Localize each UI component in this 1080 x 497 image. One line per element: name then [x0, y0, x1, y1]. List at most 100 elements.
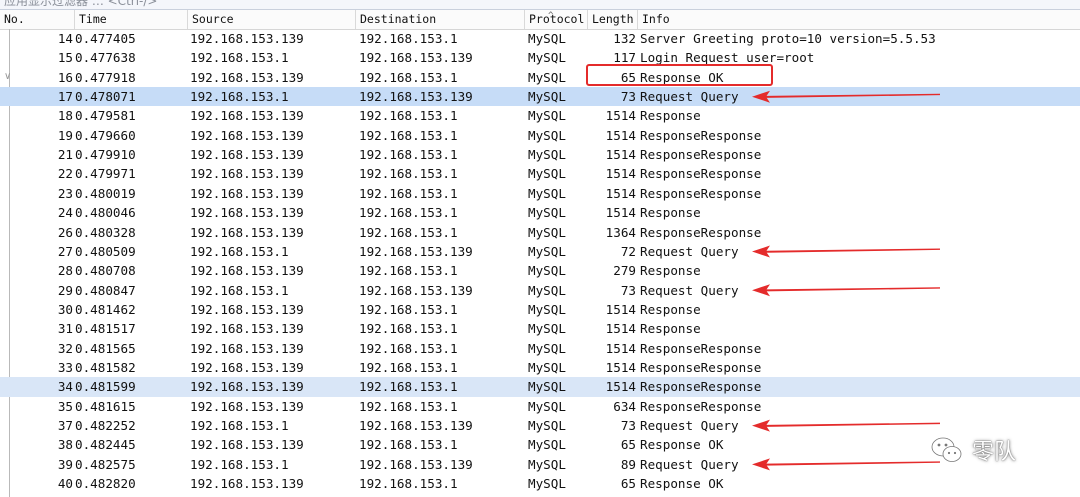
packet-protocol: MySQL: [528, 147, 566, 163]
packet-time: 0.481582: [75, 359, 136, 375]
display-filter-bar[interactable]: 应用显示过滤器 … <Ctrl-/>: [0, 0, 1080, 10]
packet-number: 23: [57, 185, 73, 201]
packet-number: 33: [57, 359, 73, 375]
packet-list-header: No. Time Source Destination Protocol Len…: [0, 10, 1080, 30]
packet-time: 0.481599: [75, 379, 136, 395]
column-header-info[interactable]: Info: [638, 10, 1080, 29]
packet-row[interactable]: 40 0.482820 192.168.153.139 192.168.153.1 My…: [0, 474, 1080, 493]
packet-number: 24: [57, 205, 73, 221]
packet-number: 22: [57, 166, 73, 182]
packet-source: 192.168.153.139: [190, 437, 304, 453]
packet-source: 192.168.153.1: [190, 50, 289, 66]
packet-row[interactable]: 35 0.481615 192.168.153.139 192.168.153.1 My…: [0, 397, 1080, 416]
packet-number: 29: [57, 282, 73, 298]
packet-length: 73: [620, 418, 636, 433]
packet-length: 634: [613, 398, 636, 414]
packet-row[interactable]: 21 0.479910 192.168.153.139 192.168.153.1 My…: [0, 145, 1080, 164]
column-header-no[interactable]: No.: [0, 10, 75, 29]
packet-time: 0.480046: [75, 205, 136, 221]
packet-row[interactable]: 18 0.479581 192.168.153.139 192.168.153.1 My…: [0, 106, 1080, 125]
packet-source: 192.168.153.139: [190, 476, 304, 492]
packet-protocol: MySQL: [528, 108, 566, 124]
packet-time: 0.479971: [75, 166, 136, 182]
packet-row[interactable]: 34 0.481599 192.168.153.139 192.168.153.1 My…: [0, 377, 1080, 397]
packet-source: 192.168.153.139: [190, 69, 304, 85]
packet-source: 192.168.153.139: [190, 147, 304, 163]
packet-row[interactable]: 22 0.479971 192.168.153.139 192.168.153.1 My…: [0, 164, 1080, 183]
packet-time: 0.482445: [75, 437, 136, 453]
packet-length: 1514: [605, 205, 636, 221]
column-header-destination[interactable]: Destination: [356, 10, 525, 29]
packet-row[interactable]: 24 0.480046 192.168.153.139 192.168.153.1 My…: [0, 203, 1080, 222]
packet-info: Request Query: [640, 456, 739, 472]
packet-row[interactable]: 16 0.477918 192.168.153.139 192.168.153.1 My…: [0, 68, 1080, 87]
packet-row[interactable]: 23 0.480019 192.168.153.139 192.168.153.1 My…: [0, 184, 1080, 203]
packet-number: 39: [57, 456, 73, 472]
packet-row[interactable]: 14 0.477405 192.168.153.139 192.168.153.1 My…: [0, 29, 1080, 48]
packet-number: 19: [57, 127, 73, 143]
packet-length: 1514: [605, 108, 636, 124]
column-header-protocol[interactable]: Protocol: [525, 10, 588, 29]
packet-protocol: MySQL: [528, 379, 566, 395]
packet-row[interactable]: 37 0.482252 192.168.153.1 192.168.153.139 My…: [0, 416, 1080, 435]
packet-row[interactable]: 29 0.480847 192.168.153.1 192.168.153.139 My…: [0, 281, 1080, 300]
packet-source: 192.168.153.139: [190, 398, 304, 414]
packet-number: 15: [57, 50, 73, 66]
packet-info: Response OK: [640, 437, 724, 453]
packet-row[interactable]: 27 0.480509 192.168.153.1 192.168.153.139 My…: [0, 242, 1080, 261]
packet-protocol: MySQL: [528, 31, 566, 46]
packet-number: 21: [57, 147, 73, 163]
packet-time: 0.480509: [75, 243, 136, 259]
packet-protocol: MySQL: [528, 50, 566, 66]
packet-info: ResponseResponse: [640, 340, 762, 356]
packet-protocol: MySQL: [528, 282, 566, 298]
packet-protocol: MySQL: [528, 476, 566, 492]
packet-row[interactable]: 26 0.480328 192.168.153.139 192.168.153.1 My…: [0, 223, 1080, 242]
packet-source: 192.168.153.139: [190, 185, 304, 201]
packet-row[interactable]: 19 0.479660 192.168.153.139 192.168.153.1 My…: [0, 126, 1080, 145]
packet-info: Request Query: [640, 89, 739, 105]
packet-number: 28: [57, 263, 73, 279]
packet-row[interactable]: 38 0.482445 192.168.153.139 192.168.153.1 My…: [0, 435, 1080, 454]
packet-length: 1514: [605, 166, 636, 182]
column-header-source[interactable]: Source: [188, 10, 356, 29]
packet-time: 0.479910: [75, 147, 136, 163]
packet-number: 32: [57, 340, 73, 356]
packet-info: ResponseResponse: [640, 379, 762, 395]
packet-row[interactable]: 31 0.481517 192.168.153.139 192.168.153.1 My…: [0, 319, 1080, 338]
packet-row[interactable]: 28 0.480708 192.168.153.139 192.168.153.1 My…: [0, 261, 1080, 280]
packet-row[interactable]: 32 0.481565 192.168.153.139 192.168.153.1 My…: [0, 339, 1080, 358]
packet-info: Request Query: [640, 243, 739, 259]
packet-row[interactable]: 30 0.481462 192.168.153.139 192.168.153.1 My…: [0, 300, 1080, 319]
column-header-time[interactable]: Time: [75, 10, 188, 29]
packet-length: 1514: [605, 147, 636, 163]
packet-protocol: MySQL: [528, 243, 566, 259]
packet-protocol: MySQL: [528, 456, 566, 472]
packet-row[interactable]: 17 0.478071 192.168.153.1 192.168.153.139 My…: [0, 87, 1080, 107]
column-header-length[interactable]: Length: [588, 10, 638, 29]
packet-destination: 192.168.153.1: [359, 31, 458, 46]
packet-length: 1514: [605, 321, 636, 337]
packet-info: Request Query: [640, 282, 739, 298]
packet-length: 1514: [605, 379, 636, 395]
packet-source: 192.168.153.1: [190, 243, 289, 259]
packet-source: 192.168.153.139: [190, 205, 304, 221]
packet-row[interactable]: 15 0.477638 192.168.153.1 192.168.153.139 My…: [0, 48, 1080, 67]
packet-info: Response: [640, 263, 701, 279]
packet-time: 0.481517: [75, 321, 136, 337]
packet-time: 0.480708: [75, 263, 136, 279]
packet-protocol: MySQL: [528, 340, 566, 356]
packet-time: 0.479660: [75, 127, 136, 143]
packet-row[interactable]: 39 0.482575 192.168.153.1 192.168.153.139 My…: [0, 455, 1080, 474]
packet-destination: 192.168.153.1: [359, 205, 458, 221]
packet-protocol: MySQL: [528, 398, 566, 414]
packet-length: 89: [620, 456, 636, 472]
packet-length: 1514: [605, 127, 636, 143]
packet-number: 14: [57, 31, 73, 46]
packet-time: 0.477405: [75, 31, 136, 46]
packet-row[interactable]: 33 0.481582 192.168.153.139 192.168.153.1 My…: [0, 358, 1080, 377]
packet-number: 37: [57, 418, 73, 433]
packet-length: 72: [620, 243, 636, 259]
packet-number: 27: [57, 243, 73, 259]
packet-destination: 192.168.153.1: [359, 108, 458, 124]
